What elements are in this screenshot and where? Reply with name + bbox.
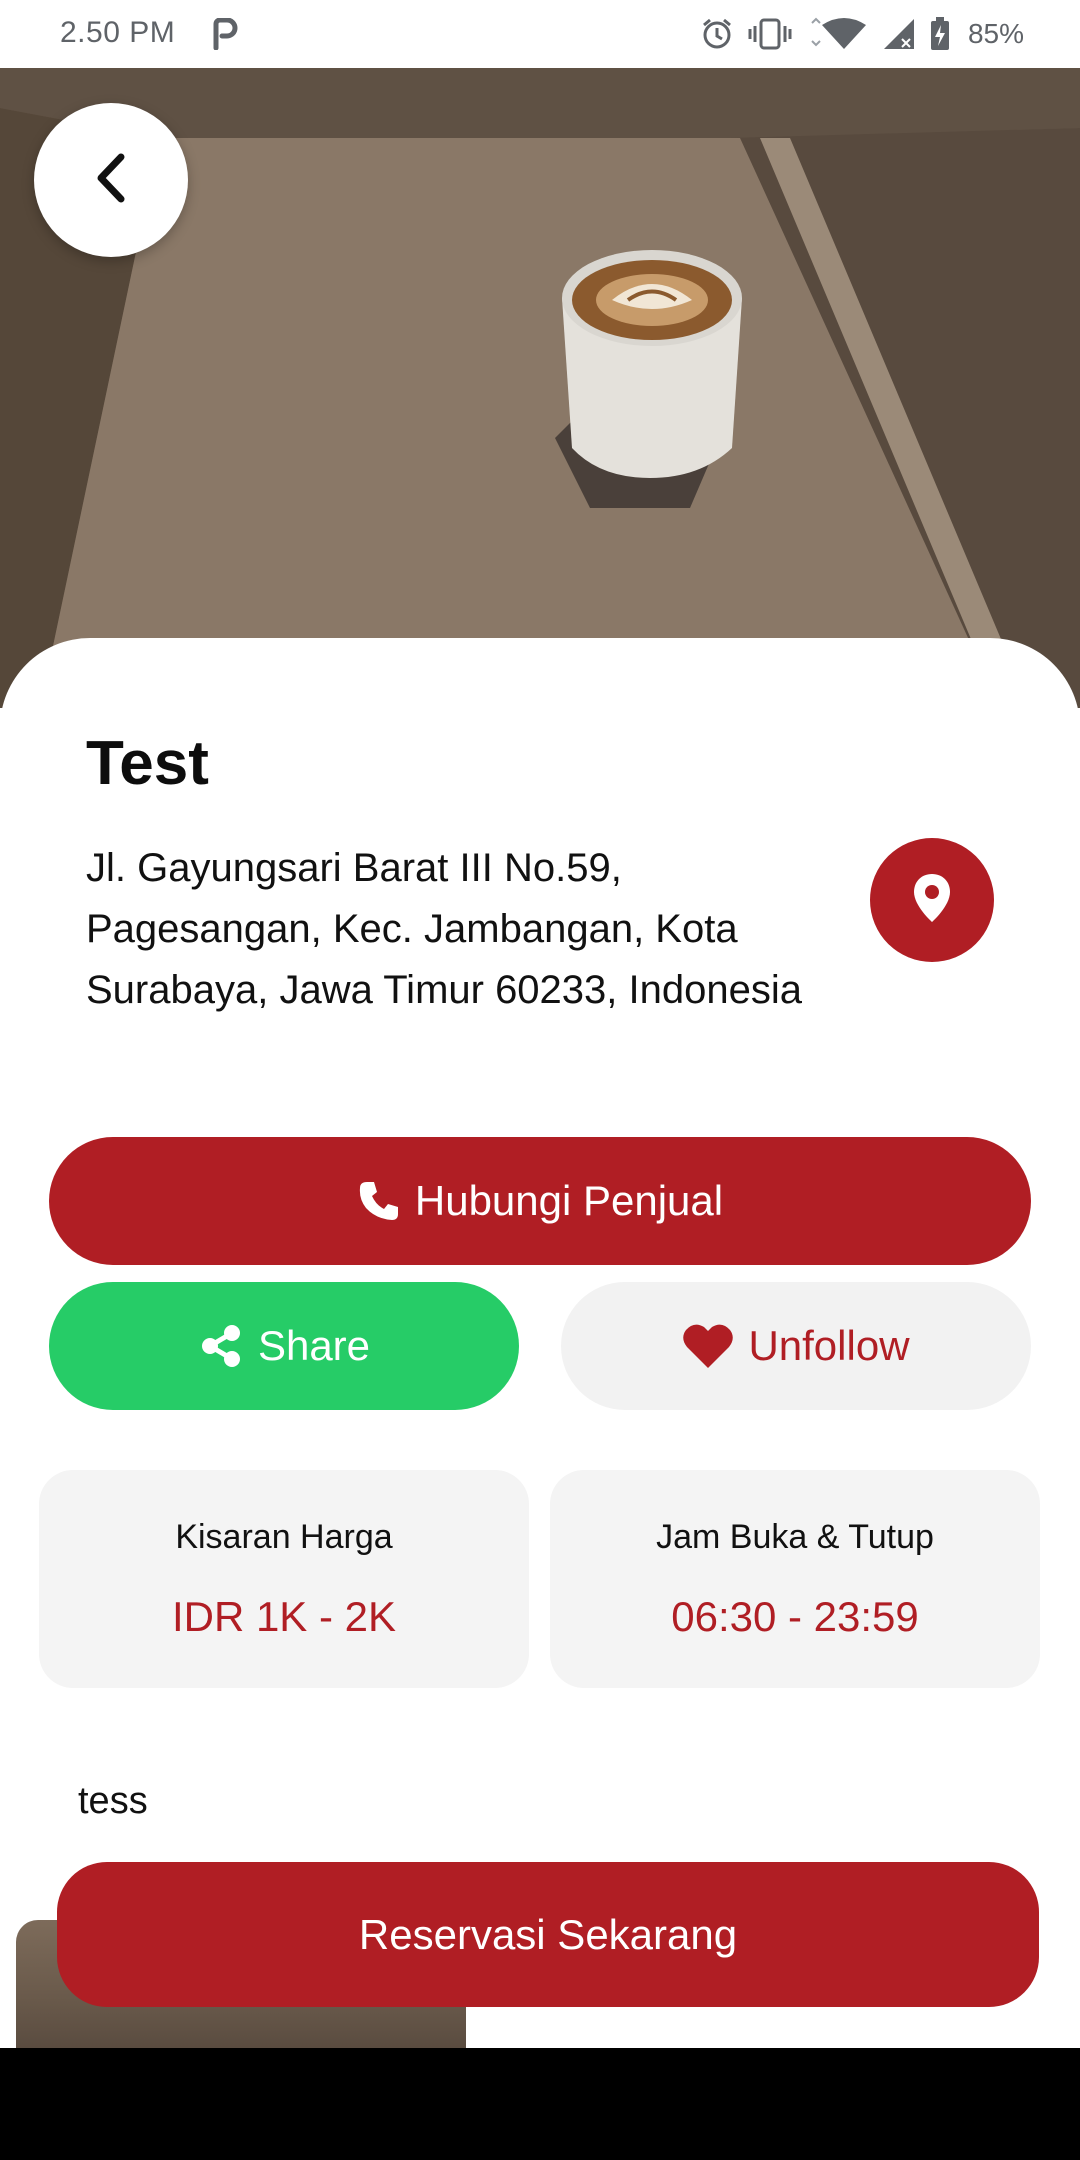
store-address: Jl. Gayungsari Barat III No.59, Pagesang…: [86, 846, 802, 1012]
share-label: Share: [257, 1322, 371, 1369]
opening-hours-label: Jam Buka & Tutup: [656, 1518, 934, 1556]
map-location-button[interactable]: [870, 838, 994, 962]
status-icons: 85%: [700, 16, 1024, 52]
opening-hours-value: 06:30 - 23:59: [671, 1593, 919, 1640]
vibrate-icon: [748, 17, 792, 51]
system-nav-bar: [0, 2048, 1080, 2160]
price-range-card: Kisaran Harga IDR 1K - 2K: [39, 1470, 529, 1688]
battery-percent: 85%: [967, 18, 1024, 49]
share-button[interactable]: Share: [49, 1282, 519, 1410]
reserve-now-label: Reservasi Sekarang: [358, 1910, 738, 1958]
battery-icon: [930, 17, 950, 51]
parking-app-icon: [210, 17, 238, 51]
heart-icon: [682, 1322, 734, 1370]
price-range-value: IDR 1K - 2K: [171, 1593, 397, 1640]
phone-icon: [357, 1179, 401, 1223]
back-button[interactable]: [34, 103, 188, 257]
contact-seller-label: Hubungi Penjual: [414, 1177, 724, 1224]
map-pin-icon: [912, 872, 952, 929]
signal-icon: [882, 17, 916, 51]
store-description: tess: [78, 1780, 148, 1822]
store-title: Test: [86, 729, 209, 798]
chevron-left-icon: [89, 151, 133, 210]
status-time: 2.50 PM: [60, 16, 176, 49]
share-icon: [198, 1323, 244, 1369]
unfollow-label: Unfollow: [748, 1322, 910, 1369]
contact-seller-button[interactable]: Hubungi Penjual: [49, 1137, 1031, 1265]
wifi-icon: [806, 17, 868, 51]
reserve-now-button[interactable]: Reservasi Sekarang: [57, 1862, 1039, 2007]
status-bar: 2.50 PM 85%: [0, 0, 1080, 68]
unfollow-button[interactable]: Unfollow: [561, 1282, 1031, 1410]
opening-hours-card: Jam Buka & Tutup 06:30 - 23:59: [550, 1470, 1040, 1688]
price-range-label: Kisaran Harga: [175, 1518, 393, 1556]
alarm-icon: [700, 17, 734, 51]
